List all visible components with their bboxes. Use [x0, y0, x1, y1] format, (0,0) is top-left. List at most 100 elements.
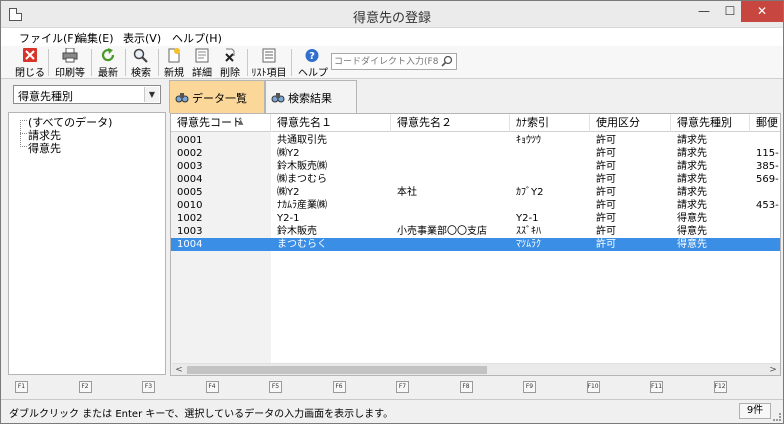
resize-grip-icon[interactable] [773, 413, 781, 421]
search-icon[interactable] [440, 55, 454, 68]
tree-connector [20, 120, 27, 121]
table-row[interactable]: 0002 ㈱Y2 許可 請求先 115- [171, 147, 780, 160]
cell-kana: ｶﾌﾞY2 [516, 187, 544, 198]
status-bar: ダブルクリック または Enter キーで、選択しているデータの入力画面を表示し… [1, 399, 783, 423]
cell-name2 [391, 199, 510, 212]
cell-kana: ｷｮｳﾂｳ [516, 135, 541, 146]
maximize-button[interactable]: ☐ [717, 1, 743, 22]
table-row[interactable]: 0001 共通取引先 ｷｮｳﾂｳ 許可 請求先 [171, 134, 780, 147]
table-row[interactable]: 1002 Y2-1 Y2-1 許可 得意先 [171, 212, 780, 225]
table-row[interactable]: 1003 鈴木販売 小売事業部〇〇支店 ｽｽﾞｷﾊ 許可 得意先 [171, 225, 780, 238]
fkey-f12[interactable]: F12 [713, 381, 727, 393]
list-items-button[interactable]: ﾘｽﾄ項目 [250, 47, 288, 79]
delete-icon [225, 48, 235, 62]
scrollbar-thumb[interactable] [187, 366, 487, 374]
cell-usage: 許可 [596, 174, 616, 185]
fkey-f1[interactable]: F1 [15, 381, 28, 393]
menu-help[interactable]: ヘルプ(H) [172, 30, 222, 46]
cell-type: 得意先 [677, 239, 707, 250]
tab-data-list[interactable]: データ一覧 [169, 80, 265, 113]
cell-postal: 385- [756, 161, 779, 172]
tree-item-customer[interactable]: 得意先 [28, 140, 61, 156]
cell-postal [750, 134, 780, 147]
cell-usage: 許可 [596, 161, 616, 172]
column-header-postal[interactable]: 郵便 [750, 114, 780, 132]
cell-name1: ㈱まつむら [277, 174, 327, 185]
fkey-f8[interactable]: F8 [459, 381, 473, 393]
scroll-right-icon[interactable]: > [766, 364, 780, 375]
cell-type: 請求先 [677, 148, 707, 159]
refresh-button[interactable]: 最新 [95, 47, 121, 79]
cell-name2 [391, 147, 510, 160]
cell-type: 請求先 [677, 187, 707, 198]
customer-grid: 得意先コード ▲ 得意先名１ 得意先名２ ｶﾅ索引 使用区分 得意先種別 郵便 0… [170, 113, 781, 376]
detail-document-icon [195, 48, 209, 63]
column-header-kana[interactable]: ｶﾅ索引 [510, 114, 590, 132]
cell-type: 得意先 [677, 213, 707, 224]
cell-name2 [391, 173, 510, 186]
cell-code: 0001 [177, 135, 203, 146]
cell-name1: Y2-1 [277, 213, 300, 224]
new-document-icon [168, 48, 180, 63]
column-header-usage[interactable]: 使用区分 [590, 114, 671, 132]
record-count: 9件 [739, 403, 771, 419]
cell-kana: Y2-1 [516, 213, 539, 224]
chevron-down-icon[interactable]: ▼ [144, 87, 159, 102]
fkey-f9[interactable]: F9 [523, 381, 536, 393]
cell-kana [510, 173, 590, 186]
cell-usage: 許可 [596, 239, 616, 250]
code-direct-input[interactable] [334, 55, 438, 68]
column-header-type[interactable]: 得意先種別 [671, 114, 750, 132]
toolbar-separator [291, 49, 292, 76]
table-row[interactable]: 0004 ㈱まつむら 許可 請求先 569- [171, 173, 780, 186]
search-button[interactable]: 検索 [128, 47, 154, 79]
cell-postal [750, 186, 780, 199]
cell-name1: まつむらく [277, 239, 327, 250]
fkey-f5[interactable]: F5 [269, 381, 282, 393]
column-header-code[interactable]: 得意先コード ▲ [171, 114, 271, 132]
menu-file[interactable]: ファイル(F) [19, 30, 78, 46]
refresh-icon [101, 48, 115, 62]
fkey-f3[interactable]: F3 [142, 381, 155, 393]
fkey-f2[interactable]: F2 [78, 381, 92, 393]
scroll-left-icon[interactable]: < [172, 364, 186, 375]
app-window: 得意先の登録 — ☐ ✕ ファイル(F) 編集(E) 表示(V) ヘルプ(H) … [0, 0, 784, 424]
cell-postal: 453- [756, 200, 779, 211]
tab-search-results[interactable]: 検索結果 [265, 80, 357, 113]
fkey-f10[interactable]: F10 [586, 381, 600, 393]
cell-kana: ﾏﾂﾑﾗｸ [516, 239, 541, 250]
table-row[interactable]: 1004 まつむらく ﾏﾂﾑﾗｸ 許可 得意先 [171, 238, 780, 251]
minimize-button[interactable]: — [691, 1, 717, 22]
customer-type-select[interactable]: 得意先種別 ▼ [13, 85, 161, 104]
close-button[interactable]: 閉じる [15, 47, 45, 79]
fkey-f6[interactable]: F6 [332, 381, 346, 393]
close-window-button[interactable]: ✕ [741, 1, 783, 22]
menu-view[interactable]: 表示(V) [123, 30, 161, 46]
function-key-bar: F1 F2 F3 F4 F5 F6 F7 F8 F9 F10 F11 F12 [1, 378, 783, 397]
fkey-f11[interactable]: F11 [650, 381, 663, 393]
cell-code: 0005 [177, 187, 203, 198]
cell-usage: 許可 [596, 187, 616, 198]
detail-button[interactable]: 詳細 [189, 47, 215, 79]
horizontal-scrollbar[interactable]: < > [172, 363, 780, 375]
cell-usage: 許可 [596, 213, 616, 224]
table-row[interactable]: 0010 ﾅｶﾑﾗ産業㈱ 許可 請求先 453- [171, 199, 780, 212]
fkey-f7[interactable]: F7 [396, 381, 409, 393]
print-button[interactable]: 印刷等 [53, 47, 87, 79]
table-row[interactable]: 0003 鈴木販売㈱ 許可 請求先 385- [171, 160, 780, 173]
close-x-icon [23, 48, 37, 62]
cell-postal [750, 238, 780, 251]
table-row[interactable]: 0005 ㈱Y2 本社 ｶﾌﾞY2 許可 請求先 [171, 186, 780, 199]
cell-code: 0002 [177, 148, 203, 159]
cell-name1: ㈱Y2 [277, 148, 300, 159]
help-button[interactable]: ? ヘルプ [298, 47, 328, 79]
menu-edit[interactable]: 編集(E) [76, 30, 114, 46]
column-header-name1[interactable]: 得意先名１ [271, 114, 391, 132]
cell-kana [510, 147, 590, 160]
delete-button[interactable]: 削除 [217, 47, 243, 79]
new-button[interactable]: 新規 [161, 47, 187, 79]
fkey-f4[interactable]: F4 [205, 381, 219, 393]
cell-type: 請求先 [677, 200, 707, 211]
cell-code: 1003 [177, 226, 203, 237]
column-header-name2[interactable]: 得意先名２ [391, 114, 510, 132]
